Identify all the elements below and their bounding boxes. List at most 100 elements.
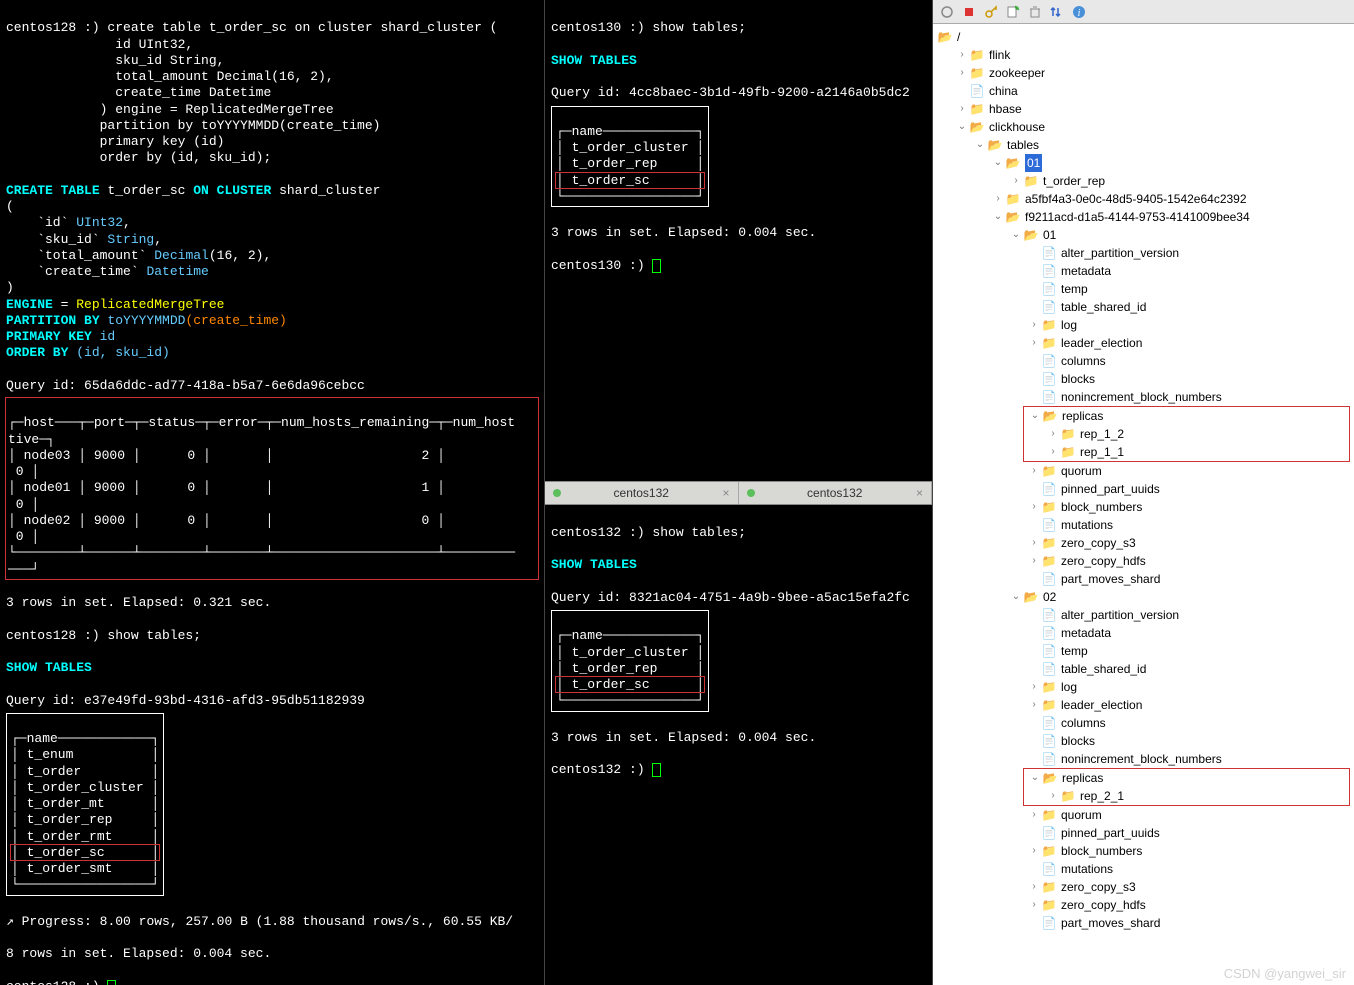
tree-item[interactable]: ⌄📂f9211acd-d1a5-4144-9753-4141009bee34	[937, 208, 1350, 226]
chevron-down-icon[interactable]: ⌄	[1009, 588, 1023, 606]
tree-item[interactable]: ›📁t_order_rep	[937, 172, 1350, 190]
key-button[interactable]	[981, 3, 1001, 21]
new-node-button[interactable]	[1003, 3, 1023, 21]
tree-item[interactable]: ›📁log	[937, 316, 1350, 334]
tree-item[interactable]: ›📁quorum	[937, 806, 1350, 824]
tree-item[interactable]: ›📁block_numbers	[937, 498, 1350, 516]
tree-item[interactable]: ⌄📂01	[937, 226, 1350, 244]
tree-item[interactable]: ›📁rep_1_1	[1028, 443, 1349, 461]
tree-item[interactable]: 📄blocks	[937, 370, 1350, 388]
chevron-right-icon[interactable]: ›	[955, 46, 969, 64]
tree-item[interactable]: ⌄📂tables	[937, 136, 1350, 154]
chevron-right-icon[interactable]: ›	[1027, 842, 1041, 860]
tree-root[interactable]: 📂 /	[937, 28, 1350, 46]
chevron-right-icon[interactable]: ›	[955, 100, 969, 118]
tree-item[interactable]: ›📁rep_1_2	[1028, 425, 1349, 443]
chevron-down-icon[interactable]: ⌄	[955, 118, 969, 136]
chevron-right-icon[interactable]: ›	[1027, 552, 1041, 570]
chevron-right-icon[interactable]: ›	[1027, 462, 1041, 480]
tree-item[interactable]: 📄table_shared_id	[937, 298, 1350, 316]
chevron-right-icon[interactable]: ›	[1027, 806, 1041, 824]
terminal-centos128[interactable]: centos128 :) create table t_order_sc on …	[0, 0, 545, 985]
chevron-down-icon[interactable]: ⌄	[1009, 226, 1023, 244]
stop-button[interactable]	[959, 3, 979, 21]
tree-item[interactable]: 📄table_shared_id	[937, 660, 1350, 678]
chevron-right-icon[interactable]: ›	[991, 190, 1005, 208]
tree-item[interactable]: ›📁leader_election	[937, 696, 1350, 714]
tree-item[interactable]: 📄nonincrement_block_numbers	[937, 750, 1350, 768]
chevron-right-icon[interactable]: ›	[1027, 316, 1041, 334]
tree-item[interactable]: ›📁hbase	[937, 100, 1350, 118]
tree-item[interactable]: 📄pinned_part_uuids	[937, 480, 1350, 498]
chevron-right-icon[interactable]: ›	[1027, 534, 1041, 552]
tree-item[interactable]: 📄columns	[937, 352, 1350, 370]
tree-item[interactable]: ›📁rep_2_1	[1028, 787, 1349, 805]
sort-button[interactable]	[1047, 3, 1067, 21]
tree-item[interactable]: 📄temp	[937, 280, 1350, 298]
tree-item[interactable]: ›📁flink	[937, 46, 1350, 64]
chevron-right-icon[interactable]: ›	[1046, 425, 1060, 443]
tree-item[interactable]: 📄temp	[937, 642, 1350, 660]
tree-item[interactable]: ⌄📂replicas	[1028, 769, 1349, 787]
folder-open-icon: 📂	[1005, 156, 1021, 170]
tree-item[interactable]: ›📁zero_copy_hdfs	[937, 552, 1350, 570]
tab-centos132-2[interactable]: centos132 ×	[739, 482, 933, 504]
tab-centos132-1[interactable]: centos132 ×	[545, 482, 739, 504]
terminal-centos132[interactable]: centos132 :) show tables; SHOW TABLES Qu…	[545, 505, 932, 985]
chevron-right-icon[interactable]: ›	[1027, 696, 1041, 714]
tree-item[interactable]: 📄nonincrement_block_numbers	[937, 388, 1350, 406]
tree-item[interactable]: ›📁a5fbf4a3-0e0c-48d5-9405-1542e64c2392	[937, 190, 1350, 208]
tree-item[interactable]: 📄columns	[937, 714, 1350, 732]
tree-item[interactable]: ›📁leader_election	[937, 334, 1350, 352]
disconnect-button[interactable]	[937, 3, 957, 21]
tree-item[interactable]: ›📁log	[937, 678, 1350, 696]
tree-item[interactable]: ›📁zookeeper	[937, 64, 1350, 82]
tree-label: metadata	[1061, 262, 1111, 280]
tree-item[interactable]: 📄mutations	[937, 516, 1350, 534]
tree-item[interactable]: 📄china	[937, 82, 1350, 100]
close-icon[interactable]: ×	[722, 486, 729, 500]
tree-item[interactable]: 📄blocks	[937, 732, 1350, 750]
chevron-down-icon[interactable]: ⌄	[991, 208, 1005, 226]
tree-item[interactable]: ›📁quorum	[937, 462, 1350, 480]
tree-item[interactable]: 📄metadata	[937, 624, 1350, 642]
tree-view[interactable]: 📂 / ›📁flink›📁zookeeper📄china›📁hbase⌄📂cli…	[933, 24, 1354, 985]
chevron-down-icon[interactable]: ⌄	[1028, 407, 1042, 425]
chevron-right-icon[interactable]: ›	[1027, 678, 1041, 696]
chevron-down-icon[interactable]: ⌄	[991, 154, 1005, 172]
tree-item[interactable]: 📄metadata	[937, 262, 1350, 280]
tree-item[interactable]: ⌄📂replicas	[1028, 407, 1349, 425]
chevron-right-icon[interactable]: ›	[1027, 498, 1041, 516]
chevron-right-icon[interactable]: ›	[1046, 443, 1060, 461]
tree-item[interactable]: ›📁block_numbers	[937, 842, 1350, 860]
chevron-down-icon[interactable]: ⌄	[973, 136, 987, 154]
chevron-down-icon[interactable]: ⌄	[1028, 769, 1042, 787]
tree-item[interactable]: ›📁zero_copy_s3	[937, 534, 1350, 552]
chevron-right-icon[interactable]: ›	[1009, 172, 1023, 190]
tree-item[interactable]: ⌄📂02	[937, 588, 1350, 606]
file-icon: 📄	[1041, 482, 1057, 496]
tree-label: nonincrement_block_numbers	[1061, 388, 1222, 406]
chevron-right-icon[interactable]: ›	[955, 64, 969, 82]
tree-label: quorum	[1061, 462, 1102, 480]
tree-item[interactable]: ›📁zero_copy_hdfs	[937, 896, 1350, 914]
folder-open-icon: 📂	[937, 30, 953, 44]
tree-item[interactable]: ⌄📂clickhouse	[937, 118, 1350, 136]
terminal-centos130[interactable]: centos130 :) show tables; SHOW TABLES Qu…	[545, 0, 932, 481]
chevron-right-icon[interactable]: ›	[1046, 787, 1060, 805]
tree-item[interactable]: 📄part_moves_shard	[937, 570, 1350, 588]
info-button[interactable]: i	[1069, 3, 1089, 21]
chevron-right-icon[interactable]: ›	[1027, 878, 1041, 896]
tree-item[interactable]: 📄alter_partition_version	[937, 244, 1350, 262]
tree-item[interactable]: 📄part_moves_shard	[937, 914, 1350, 932]
chevron-right-icon[interactable]: ›	[1027, 896, 1041, 914]
chevron-right-icon[interactable]: ›	[1027, 334, 1041, 352]
tree-item[interactable]: 📄mutations	[937, 860, 1350, 878]
tree-item[interactable]: ›📁zero_copy_s3	[937, 878, 1350, 896]
tree-item[interactable]: ⌄📂01	[937, 154, 1350, 172]
delete-button[interactable]	[1025, 3, 1045, 21]
tree-item[interactable]: 📄alter_partition_version	[937, 606, 1350, 624]
close-icon[interactable]: ×	[916, 486, 923, 500]
tree-item[interactable]: 📄pinned_part_uuids	[937, 824, 1350, 842]
tab-bar: centos132 × centos132 ×	[545, 481, 932, 505]
